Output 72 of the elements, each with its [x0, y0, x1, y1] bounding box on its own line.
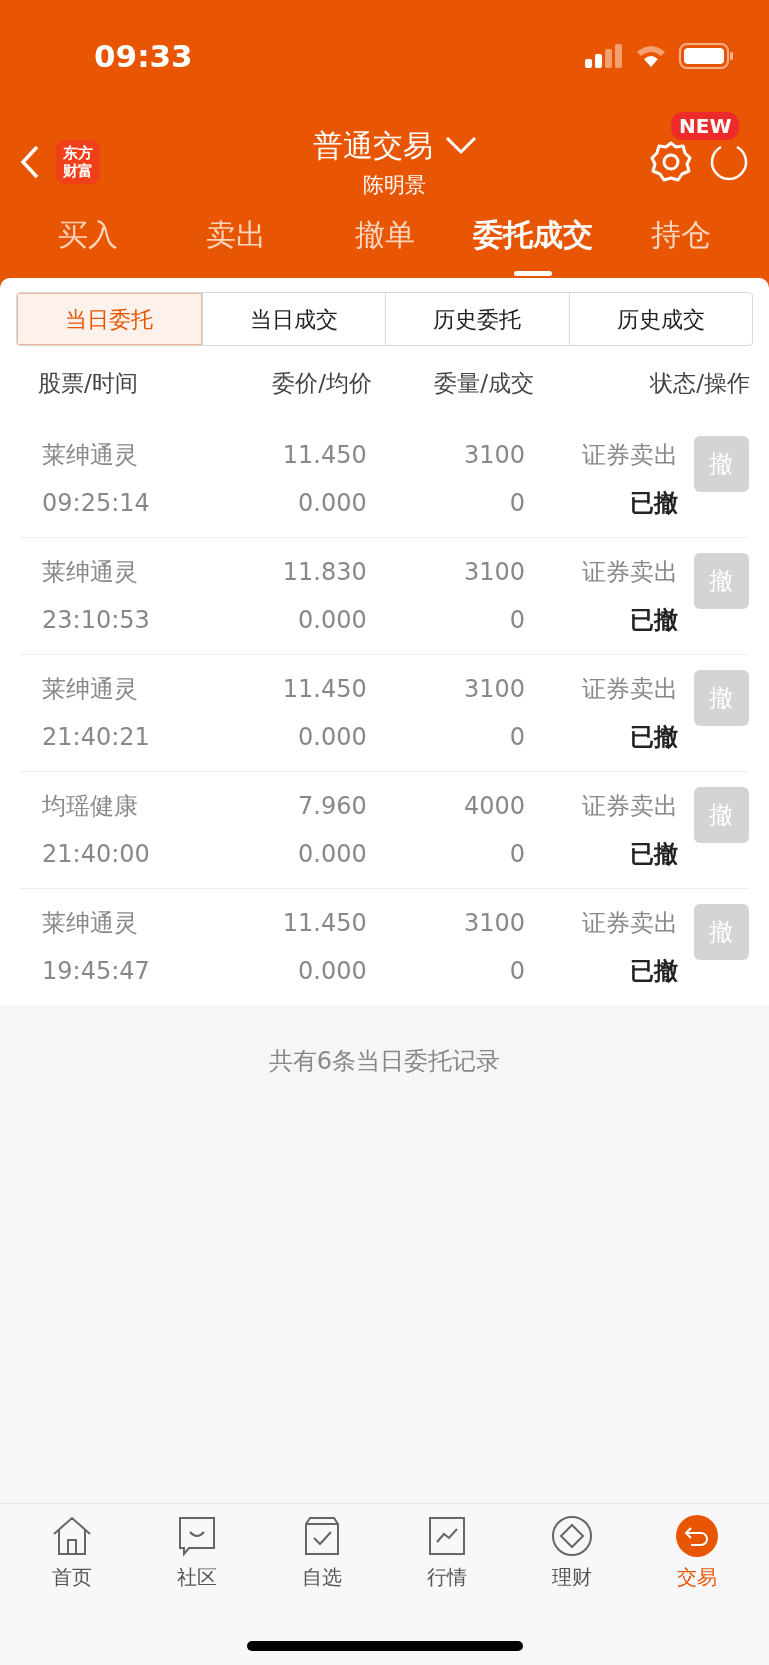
nav-item[interactable]: 自选 [259, 1514, 385, 1592]
stock-name: 莱绅通灵 [42, 557, 139, 588]
order-quantity: 3100 [464, 908, 526, 939]
order-time: 23:10:53 [42, 605, 151, 636]
battery-icon [679, 43, 735, 69]
order-status: 已撤 [629, 722, 678, 753]
order-time: 21:40:21 [42, 722, 151, 753]
order-price: 11.830 [282, 557, 367, 588]
stock-name: 均瑶健康 [42, 791, 139, 822]
nav-item[interactable]: 交易 [634, 1514, 759, 1592]
back-icon[interactable] [20, 145, 40, 179]
average-price: 0.000 [298, 722, 367, 753]
order-type: 证券卖出 [581, 791, 678, 822]
nav-item[interactable]: 首页 [10, 1514, 135, 1592]
segment-tab[interactable]: 当日委托 [17, 293, 202, 345]
order-quantity: 3100 [464, 439, 526, 471]
order-quantity: 3100 [464, 557, 526, 588]
column-header: 委量/成交 [433, 368, 534, 398]
order-status: 已撤 [629, 956, 678, 987]
average-price: 0.000 [298, 956, 367, 987]
stock-name: 莱绅通灵 [42, 908, 139, 939]
order-time: 09:25:14 [42, 487, 151, 519]
tab[interactable]: 卖出 [162, 212, 311, 280]
column-header: 委价/均价 [271, 368, 372, 398]
record-count-note: 共有6条当日委托记录 [268, 1046, 501, 1077]
filled-quantity: 0 [509, 605, 526, 636]
order-quantity: 4000 [464, 791, 526, 822]
filled-quantity: 0 [509, 487, 526, 519]
new-badge: NEW [671, 112, 740, 140]
order-type: 证券卖出 [581, 439, 678, 471]
order-time: 19:45:47 [42, 956, 151, 987]
order-quantity: 3100 [464, 674, 526, 705]
segment-tab[interactable]: 当日成交 [201, 293, 385, 345]
order-price: 7.960 [298, 791, 367, 822]
page-title[interactable]: 普通交易 [312, 122, 433, 168]
segment-tab[interactable]: 历史委托 [385, 293, 569, 345]
tab[interactable]: 买入 [14, 212, 163, 280]
tab[interactable]: 撤单 [310, 212, 459, 280]
order-price: 11.450 [282, 908, 367, 939]
account-name: 陈明景 [363, 171, 426, 199]
average-price: 0.000 [298, 839, 367, 870]
status-time: 09:33 [94, 36, 193, 76]
order-type: 证券卖出 [581, 674, 678, 705]
stock-name: 莱绅通灵 [42, 439, 139, 471]
average-price: 0.000 [298, 605, 367, 636]
order-price: 11.450 [282, 674, 367, 705]
app-logo: 东方财富 [56, 140, 100, 184]
column-header: 状态/操作 [649, 368, 750, 398]
order-time: 21:40:00 [42, 839, 151, 870]
order-type: 证券卖出 [581, 908, 678, 939]
settings-icon[interactable] [649, 140, 693, 184]
filled-quantity: 0 [509, 956, 526, 987]
order-status: 已撤 [629, 839, 678, 870]
nav-item[interactable]: 行情 [384, 1514, 510, 1592]
segment-tab[interactable]: 历史成交 [568, 293, 752, 345]
nav-item[interactable]: 社区 [134, 1514, 260, 1592]
average-price: 0.000 [298, 487, 367, 519]
filled-quantity: 0 [509, 722, 526, 753]
tab-indicator [513, 271, 552, 276]
order-status: 已撤 [629, 605, 678, 636]
tab[interactable]: 持仓 [606, 212, 755, 280]
chevron-down-icon[interactable] [444, 135, 477, 156]
order-type: 证券卖出 [581, 557, 678, 588]
wifi-icon [635, 44, 667, 68]
stock-name: 莱绅通灵 [42, 674, 139, 705]
order-price: 11.450 [282, 439, 367, 471]
filled-quantity: 0 [509, 839, 526, 870]
nav-item[interactable]: 理财 [509, 1514, 635, 1592]
signal-icon [585, 44, 623, 68]
order-status: 已撤 [629, 487, 678, 519]
column-header: 股票/时间 [38, 368, 139, 398]
tab[interactable]: 委托成交 [458, 212, 607, 280]
